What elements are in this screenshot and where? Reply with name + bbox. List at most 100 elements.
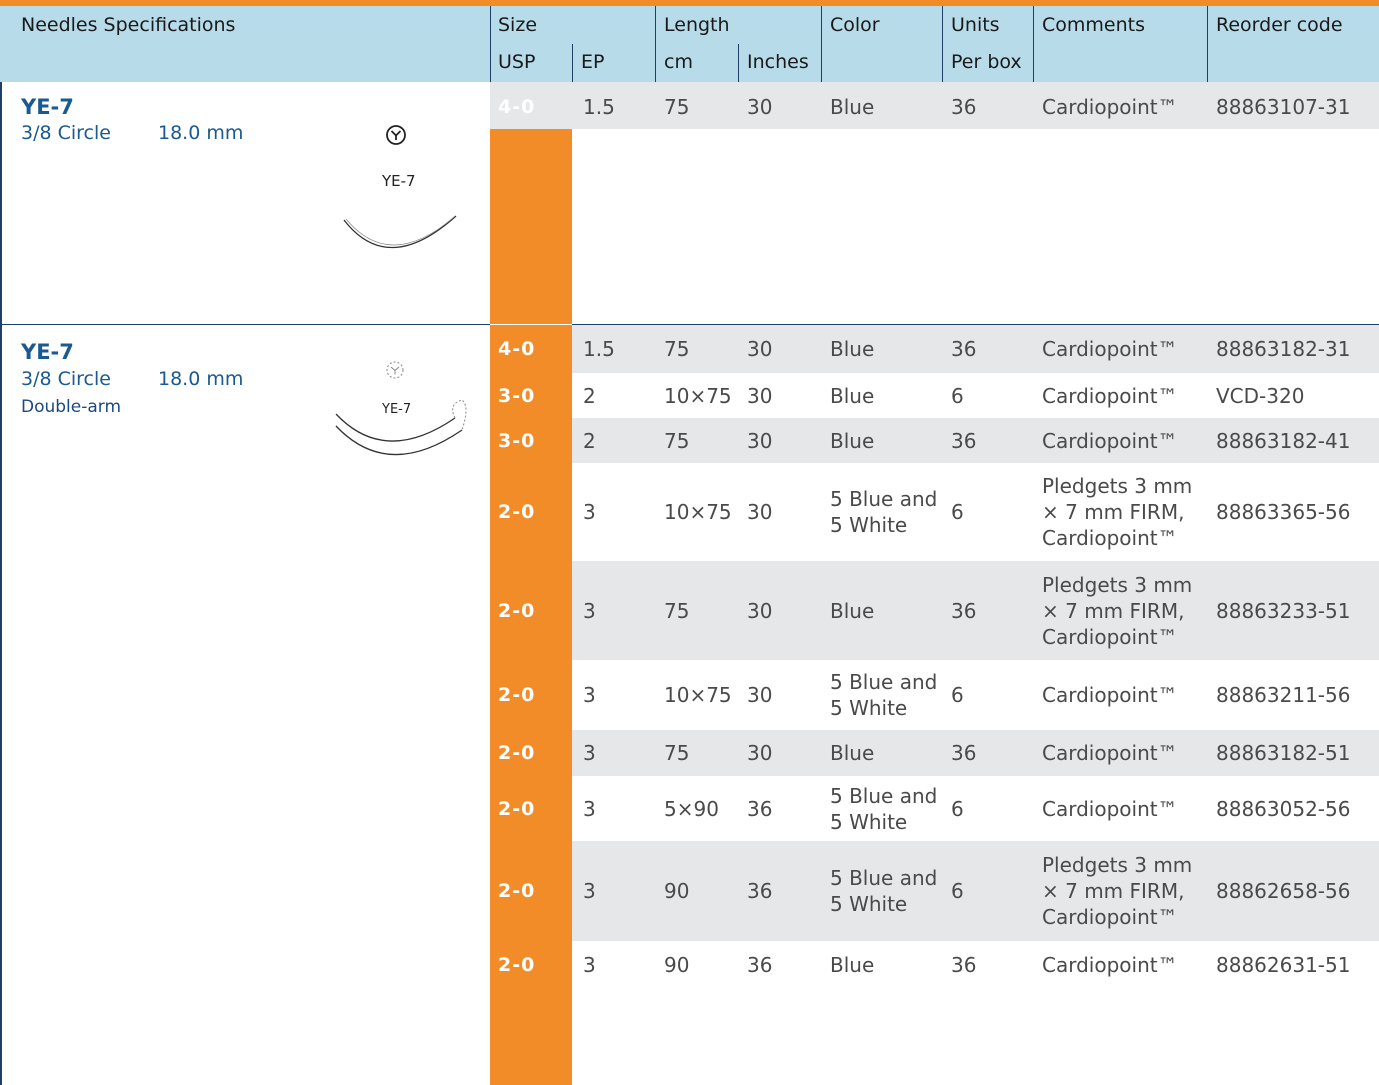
curved-needle-icon — [338, 212, 463, 266]
cell-ep: 3 — [583, 683, 596, 707]
cell-cm: 10×75 — [664, 683, 732, 707]
cell-comments: Cardiopoint™ — [1042, 95, 1178, 119]
cell-units: 36 — [951, 952, 977, 977]
needle-label: YE-7 — [382, 172, 416, 190]
cell-usp: 2-0 — [498, 880, 536, 902]
header-size: Size — [498, 14, 538, 36]
section1-length: 18.0 mm — [158, 122, 244, 144]
cell-color-line2: 5 White — [830, 696, 908, 720]
cell-color: Blue — [830, 428, 875, 453]
cell-color: Blue — [830, 952, 875, 977]
cell-inches: 30 — [747, 337, 773, 361]
cell-ep: 3 — [583, 598, 596, 623]
divider — [572, 44, 573, 82]
cell-usp: 4-0 — [498, 96, 536, 118]
section2-length: 18.0 mm — [158, 368, 244, 390]
cell-usp: 2-0 — [498, 501, 536, 523]
cell-comments-line3: Cardiopoint™ — [1042, 526, 1178, 550]
cell-usp: 4-0 — [498, 338, 536, 360]
left-border — [0, 82, 2, 1085]
cell-cm: 10×75 — [664, 383, 732, 408]
cell-color-line1: 5 Blue and — [830, 487, 938, 511]
needle-point-icon — [385, 360, 405, 384]
cell-code: 88863107-31 — [1216, 95, 1351, 119]
divider — [1207, 6, 1208, 82]
cell-ep: 2 — [583, 383, 596, 408]
cell-cm: 75 — [664, 741, 690, 765]
needle-point-icon — [385, 124, 407, 150]
cell-comments: Cardiopoint™ — [1042, 796, 1178, 821]
header-units: Units — [951, 14, 1000, 36]
cell-comments: Cardiopoint™ — [1042, 428, 1178, 453]
cell-comments-line2: × 7 mm FIRM, — [1042, 500, 1185, 524]
cell-code: VCD-320 — [1216, 383, 1305, 408]
header-inches: Inches — [747, 51, 809, 73]
cell-color-line2: 5 White — [830, 809, 908, 834]
divider — [1033, 6, 1034, 82]
cell-color-line1: 5 Blue and — [830, 670, 938, 694]
cell-ep: 3 — [583, 879, 596, 903]
cell-ep: 1.5 — [583, 337, 615, 361]
cell-inches: 36 — [747, 952, 773, 977]
cell-color: Blue — [830, 337, 875, 361]
cell-inches: 36 — [747, 796, 773, 821]
cell-usp: 3-0 — [498, 384, 536, 407]
cell-comments-line3: Cardiopoint™ — [1042, 905, 1178, 929]
section2-name: YE-7 — [21, 340, 74, 364]
cell-code: 88863365-56 — [1216, 500, 1351, 524]
cell-comments-line1: Pledgets 3 mm — [1042, 853, 1193, 877]
cell-color-line2: 5 White — [830, 513, 908, 537]
cell-cm: 75 — [664, 428, 690, 453]
divider — [821, 6, 822, 82]
cell-inches: 30 — [747, 428, 773, 453]
header-comments: Comments — [1042, 14, 1145, 36]
cell-ep: 3 — [583, 500, 596, 524]
header-usp: USP — [498, 51, 536, 73]
cell-usp: 2-0 — [498, 742, 536, 764]
cell-usp: 2-0 — [498, 797, 536, 820]
cell-color-line1: 5 Blue and — [830, 866, 938, 890]
cell-inches: 30 — [747, 598, 773, 623]
cell-comments-line3: Cardiopoint™ — [1042, 624, 1178, 649]
cell-cm: 75 — [664, 95, 690, 119]
cell-code: 88862631-51 — [1216, 952, 1351, 977]
section2-circle: 3/8 Circle — [21, 368, 111, 390]
cell-comments-line1: Pledgets 3 mm — [1042, 474, 1193, 498]
cell-code: 88863052-56 — [1216, 796, 1351, 821]
header-per-box: Per box — [951, 51, 1022, 73]
cell-comments: Cardiopoint™ — [1042, 683, 1178, 707]
cell-cm: 75 — [664, 598, 690, 623]
cell-ep: 2 — [583, 428, 596, 453]
divider — [490, 6, 491, 82]
section-divider — [0, 324, 490, 325]
cell-color: Blue — [830, 598, 875, 623]
cell-units: 6 — [951, 683, 964, 707]
cell-cm: 5×90 — [664, 796, 719, 821]
cell-inches: 30 — [747, 741, 773, 765]
cell-units: 6 — [951, 796, 964, 821]
divider — [655, 6, 656, 82]
cell-cm: 90 — [664, 879, 690, 903]
cell-ep: 1.5 — [583, 95, 615, 119]
cell-units: 36 — [951, 337, 977, 361]
cell-units: 6 — [951, 500, 964, 524]
cell-comments: Cardiopoint™ — [1042, 383, 1178, 408]
cell-cm: 90 — [664, 952, 690, 977]
cell-ep: 3 — [583, 796, 596, 821]
cell-code: 88863233-51 — [1216, 598, 1351, 623]
cell-code: 88862658-56 — [1216, 879, 1351, 903]
cell-units: 6 — [951, 879, 964, 903]
divider — [738, 44, 739, 82]
cell-units: 36 — [951, 741, 977, 765]
cell-ep: 3 — [583, 952, 596, 977]
cell-color: Blue — [830, 741, 875, 765]
header-needles: Needles Specifications — [21, 14, 236, 36]
cell-usp: 2-0 — [498, 953, 536, 976]
cell-inches: 30 — [747, 383, 773, 408]
cell-color-line1: 5 Blue and — [830, 783, 938, 808]
cell-color-line2: 5 White — [830, 892, 908, 916]
cell-usp: 2-0 — [498, 684, 536, 706]
cell-color: Blue — [830, 383, 875, 408]
cell-ep: 3 — [583, 741, 596, 765]
cell-comments-line2: × 7 mm FIRM, — [1042, 598, 1185, 623]
